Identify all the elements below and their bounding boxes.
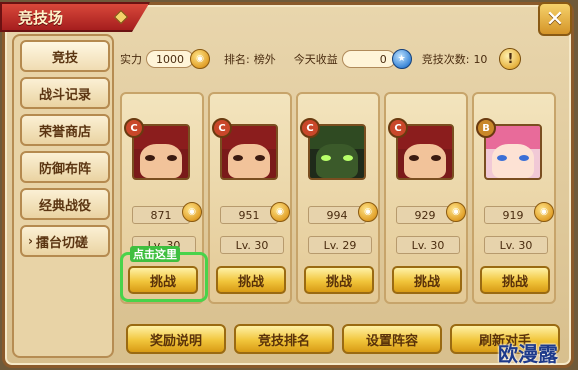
sidebar: 竞技 战斗记录 荣誉商店 防御布阵 经典战役 › 擂台切磋 <box>12 34 114 358</box>
chevron-right-icon: › <box>28 234 33 248</box>
level-value: Lv. 30 <box>484 236 548 254</box>
grade-badge: C <box>388 118 408 138</box>
reward-info-button[interactable]: 奖励说明 <box>126 324 226 354</box>
sidebar-item-label: 擂台切磋 <box>35 235 88 251</box>
challenge-button[interactable]: 挑战 <box>392 266 462 294</box>
income-label: 今天收益 <box>293 53 338 66</box>
sidebar-item-honor-shop[interactable]: 荣誉商店 <box>20 114 110 146</box>
level-value: Lv. 30 <box>220 236 284 254</box>
opponent-card: C 994 ◉ Lv. 29 挑战 <box>296 92 380 304</box>
coin-icon: ◉ <box>182 202 202 222</box>
sidebar-item-defense[interactable]: 防御布阵 <box>20 151 110 183</box>
coin-icon: ◉ <box>446 202 466 222</box>
opponent-card: C 951 ◉ Lv. 30 挑战 <box>208 92 292 304</box>
arena-ranking-button[interactable]: 竞技排名 <box>234 324 334 354</box>
honor-icon: ★ <box>391 49 412 69</box>
grade-badge: C <box>124 118 144 138</box>
opponent-card: B 919 ◉ Lv. 30 挑战 <box>472 92 556 304</box>
attempts-value: 10 <box>473 52 488 66</box>
info-icon[interactable]: ! <box>499 48 522 70</box>
window-title: 竞技场 <box>18 8 64 27</box>
power-label: 实力 <box>120 53 142 66</box>
challenge-button[interactable]: 挑战 <box>480 266 550 294</box>
sidebar-item-duel[interactable]: › 擂台切磋 <box>20 225 110 257</box>
tutorial-hint-label: 点击这里 <box>130 246 180 262</box>
coin-icon: ◉ <box>534 202 554 222</box>
coin-icon: ◉ <box>190 49 210 69</box>
challenge-button[interactable]: 挑战 <box>216 266 286 294</box>
coin-icon: ◉ <box>358 202 378 222</box>
grade-badge: B <box>476 118 496 138</box>
challenge-button[interactable]: 挑战 <box>304 266 374 294</box>
close-icon: ✕ <box>545 6 565 32</box>
stats-bar: 实力 1000 ◉ 排名: 榜外 今天收益 0 ★ 竞技次数: 10 ! <box>120 44 550 74</box>
coin-icon: ◉ <box>270 202 290 222</box>
close-button[interactable]: ✕ <box>538 2 572 36</box>
grade-badge: C <box>212 118 232 138</box>
rank-label: 排名: <box>224 53 250 66</box>
set-lineup-button[interactable]: 设置阵容 <box>342 324 442 354</box>
rank-value: 榜外 <box>253 53 276 66</box>
sidebar-item-classic-battle[interactable]: 经典战役 <box>20 188 110 220</box>
level-value: Lv. 29 <box>308 236 372 254</box>
sidebar-item-battle-log[interactable]: 战斗记录 <box>20 77 110 109</box>
watermark-text: 欧漫露 <box>498 342 558 366</box>
opponent-card: C 929 ◉ Lv. 30 挑战 <box>384 92 468 304</box>
level-value: Lv. 30 <box>396 236 460 254</box>
income-value: 0 <box>341 50 396 68</box>
power-value: 1000 <box>146 50 194 68</box>
attempts-label: 竞技次数: <box>421 53 470 66</box>
sidebar-item-arena[interactable]: 竞技 <box>20 40 110 72</box>
grade-badge: C <box>300 118 320 138</box>
